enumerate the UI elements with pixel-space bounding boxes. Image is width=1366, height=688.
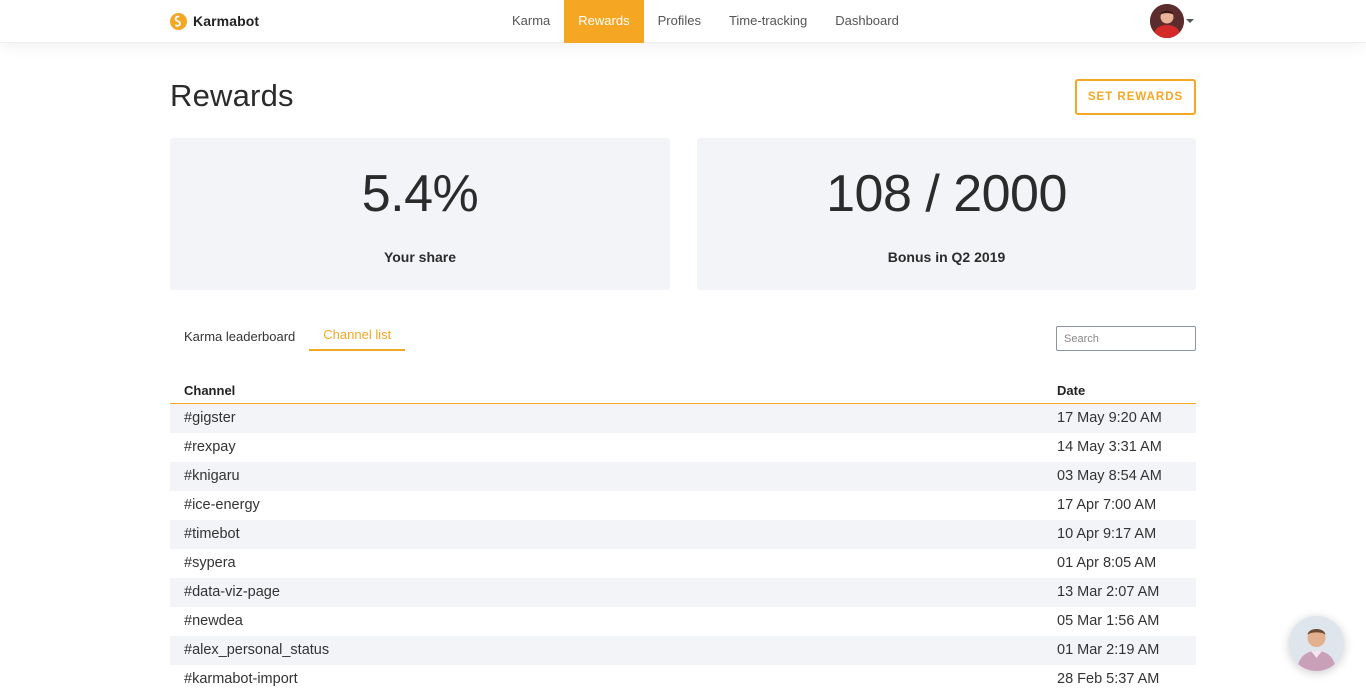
channel-name: #newdea <box>184 613 243 629</box>
table-header: Channel Date <box>170 375 1196 404</box>
channel-name: #karmabot-import <box>184 671 298 687</box>
table-row[interactable]: #newdea 05 Mar 1:56 AM <box>170 607 1196 636</box>
channel-date: 03 May 8:54 AM <box>1057 468 1162 484</box>
channel-name: #data-viz-page <box>184 584 280 600</box>
table-row[interactable]: #alex_personal_status 01 Mar 2:19 AM <box>170 636 1196 665</box>
channel-date: 01 Apr 8:05 AM <box>1057 555 1157 571</box>
nav-item-karma[interactable]: Karma <box>498 0 564 43</box>
channel-name: #timebot <box>184 526 240 542</box>
tab-channel-list[interactable]: Channel list <box>309 320 406 351</box>
nav-item-dashboard[interactable]: Dashboard <box>821 0 913 43</box>
bonus-value: 108 / 2000 <box>826 165 1067 223</box>
bonus-card: 108 / 2000 Bonus in Q2 2019 <box>697 138 1196 290</box>
column-header-channel[interactable]: Channel <box>184 383 235 398</box>
karmabot-logo-icon <box>170 12 187 30</box>
your-share-card: 5.4% Your share <box>170 138 670 290</box>
search-input[interactable] <box>1056 326 1196 351</box>
user-menu[interactable] <box>1150 4 1194 38</box>
table-row[interactable]: #knigaru 03 May 8:54 AM <box>170 462 1196 491</box>
set-rewards-button[interactable]: SET REWARDS <box>1075 79 1196 115</box>
brand[interactable]: Karmabot <box>170 11 259 31</box>
channel-name: #alex_personal_status <box>184 642 330 658</box>
table-row[interactable]: #data-viz-page 13 Mar 2:07 AM <box>170 578 1196 607</box>
table-row[interactable]: #sypera 01 Apr 8:05 AM <box>170 549 1196 578</box>
channel-date: 17 Apr 7:00 AM <box>1057 497 1157 513</box>
channel-date: 17 May 9:20 AM <box>1057 410 1162 426</box>
rewards-tabs: Karma leaderboard Channel list <box>170 320 406 351</box>
channel-date: 28 Feb 5:37 AM <box>1057 671 1160 687</box>
your-share-value: 5.4% <box>361 165 479 223</box>
table-row[interactable]: #rexpay 14 May 3:31 AM <box>170 433 1196 462</box>
channel-table: Channel Date #gigster 17 May 9:20 AM #re… <box>170 375 1196 688</box>
channel-date: 01 Mar 2:19 AM <box>1057 642 1160 658</box>
channel-name: #gigster <box>184 410 236 426</box>
column-header-date[interactable]: Date <box>1057 383 1085 398</box>
top-navigation-bar: Karmabot Karma Rewards Profiles Time-tra… <box>0 0 1366 43</box>
tab-karma-leaderboard[interactable]: Karma leaderboard <box>170 320 309 351</box>
channel-name: #knigaru <box>184 468 240 484</box>
channel-name: #rexpay <box>184 439 236 455</box>
nav-item-time-tracking[interactable]: Time-tracking <box>715 0 821 43</box>
channel-name: #ice-energy <box>184 497 260 513</box>
chevron-down-icon[interactable] <box>1186 19 1194 23</box>
table-row[interactable]: #ice-energy 17 Apr 7:00 AM <box>170 491 1196 520</box>
nav-item-rewards[interactable]: Rewards <box>564 0 644 43</box>
your-share-label: Your share <box>383 249 457 265</box>
nav-item-profiles[interactable]: Profiles <box>644 0 715 43</box>
table-row[interactable]: #karmabot-import 28 Feb 5:37 AM <box>170 665 1196 688</box>
page-title: Rewards <box>170 78 294 113</box>
support-chat-avatar <box>1289 616 1344 671</box>
brand-name: Karmabot <box>193 13 260 29</box>
channel-date: 13 Mar 2:07 AM <box>1057 584 1160 600</box>
table-row[interactable]: #timebot 10 Apr 9:17 AM <box>170 520 1196 549</box>
table-row[interactable]: #gigster 17 May 9:20 AM <box>170 404 1196 433</box>
channel-date: 10 Apr 9:17 AM <box>1057 526 1157 542</box>
bonus-label: Bonus in Q2 2019 <box>887 249 1006 265</box>
support-chat-button[interactable] <box>1289 616 1344 671</box>
user-avatar[interactable] <box>1150 4 1184 38</box>
channel-name: #sypera <box>184 555 236 571</box>
main-nav: Karma Rewards Profiles Time-tracking Das… <box>498 0 913 43</box>
channel-date: 14 May 3:31 AM <box>1057 439 1162 455</box>
channel-date: 05 Mar 1:56 AM <box>1057 613 1160 629</box>
